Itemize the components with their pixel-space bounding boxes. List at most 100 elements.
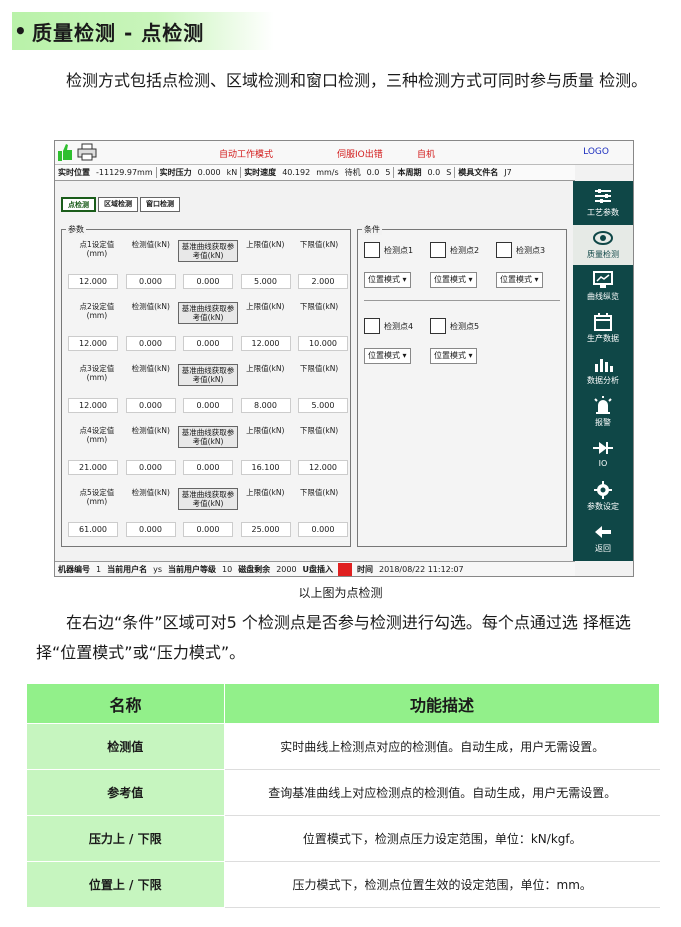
checkbox-point-2[interactable]: 检测点2 (430, 242, 479, 258)
condition-title: 条件 (362, 224, 382, 235)
param-header-row: 点4设定值(mm) 检测值(kN) 基准曲线获取参考值(kN) 上限值(kN) 下限值(… (70, 426, 346, 448)
intro-paragraph: 检测方式包括点检测、区域检测和窗口检测，三种检测方式可同时参与质量 检测。 (66, 71, 648, 90)
checkbox-box[interactable] (364, 318, 380, 334)
param-value-row: 12.000 0.000 0.000 8.000 5.000 (68, 398, 348, 413)
reference-fetch-button[interactable]: 基准曲线获取参考值(kN) (177, 240, 239, 262)
reference-fetch-button[interactable]: 基准曲线获取参考值(kN) (177, 488, 239, 510)
sliders-icon (595, 189, 611, 203)
param-value-field[interactable]: 12.000 (68, 274, 118, 289)
param-header: 点4设定值(mm) (70, 426, 124, 448)
function-table: 名称 功能描述 检测值 实时曲线上检测点对应的检测值。自动生成，用户无需设置。 … (26, 683, 660, 908)
sidebar-item-settings[interactable]: 参数设定 (573, 477, 633, 517)
sidebar-item-io[interactable]: IO (573, 435, 633, 475)
table-cell-name: 参考值 (26, 769, 225, 816)
printer-icon[interactable] (77, 143, 97, 161)
sidebar-item-quality-check[interactable]: 质量检测 (573, 225, 633, 265)
tab-point-detect[interactable]: 点检测 (61, 197, 96, 212)
user-level-label: 当前用户等级 (168, 565, 216, 574)
checkbox-box[interactable] (496, 242, 512, 258)
param-value-field[interactable]: 12.000 (298, 460, 348, 475)
param-value-field[interactable]: 25.000 (240, 522, 291, 537)
table-cell-desc: 查询基准曲线上对应检测点的检测值。自动生成，用户无需设置。 (224, 769, 660, 816)
force-label: 实时压力 (155, 167, 195, 178)
param-header-text: 点1设定值(mm) (79, 240, 115, 258)
checkbox-point-4[interactable]: 检测点4 (364, 318, 413, 334)
param-value-field[interactable]: 8.000 (240, 398, 291, 413)
param-value-field[interactable]: 61.000 (68, 522, 118, 537)
reference-fetch-button[interactable]: 基准曲线获取参考值(kN) (177, 426, 239, 448)
disk-value: 2000 (276, 565, 297, 574)
machine-state-text: 自机 (417, 150, 436, 160)
param-header-text: 基准曲线获取参考值(kN) (177, 426, 239, 448)
mode-select-2[interactable]: 位置模式 ▾ (430, 272, 477, 288)
cycle-label: 本周期 (393, 167, 424, 178)
param-header: 下限值(kN) (292, 240, 346, 262)
user-name-label: 当前用户名 (107, 565, 148, 574)
param-header-text: 下限值(kN) (299, 240, 339, 249)
mode-select-5[interactable]: 位置模式 ▾ (430, 348, 477, 364)
sidebar-label: 参数设定 (587, 502, 619, 511)
checkbox-point-1[interactable]: 检测点1 (364, 242, 413, 258)
tab-area-detect[interactable]: 区域检测 (98, 197, 138, 212)
param-header-text: 基准曲线获取参考值(kN) (177, 364, 239, 386)
mode-value: 位置模式 (368, 351, 400, 360)
sidebar-item-production-data[interactable]: 生产数据 (573, 309, 633, 349)
param-value-field[interactable]: 21.000 (68, 460, 118, 475)
table-cell-desc: 实时曲线上检测点对应的检测值。自动生成，用户无需设置。 (224, 723, 660, 770)
usb-label: U盘插入 (302, 565, 334, 574)
reference-fetch-button[interactable]: 基准曲线获取参考值(kN) (177, 302, 239, 324)
param-header: 下限值(kN) (292, 364, 346, 386)
cycle-value: 0.0 (427, 168, 441, 177)
param-header: 上限值(kN) (238, 240, 292, 262)
sidebar-item-back[interactable]: 返回 (573, 519, 633, 559)
time-label: 时间 (357, 565, 374, 574)
reference-fetch-button[interactable]: 基准曲线获取参考值(kN) (177, 364, 239, 386)
table-header: 功能描述 (224, 683, 660, 724)
checkbox-box[interactable] (364, 242, 380, 258)
param-header-text: 下限值(kN) (299, 364, 339, 373)
mode-select-3[interactable]: 位置模式 ▾ (496, 272, 543, 288)
position-label: 实时位置 (58, 168, 90, 177)
param-value-field[interactable]: 10.000 (298, 336, 348, 351)
sidebar-item-alarm[interactable]: 报警 (573, 393, 633, 433)
param-value-field[interactable]: 12.000 (240, 336, 291, 351)
param-header: 检测值(kN) (124, 240, 178, 262)
mode-select-4[interactable]: 位置模式 ▾ (364, 348, 411, 364)
sidebar-item-curve-view[interactable]: 曲线纵览 (573, 267, 633, 307)
checkbox-box[interactable] (430, 318, 446, 334)
param-header-row: 点5设定值(mm) 检测值(kN) 基准曲线获取参考值(kN) 上限值(kN) 下限值(… (70, 488, 346, 510)
user-name-value: ys (153, 565, 162, 574)
mode-select-1[interactable]: 位置模式 ▾ (364, 272, 411, 288)
param-value-field[interactable]: 16.100 (240, 460, 291, 475)
logo-text: LOGO (583, 147, 609, 157)
param-header: 检测值(kN) (124, 364, 178, 386)
checkbox-box[interactable] (430, 242, 446, 258)
param-value-field[interactable]: 5.000 (298, 398, 348, 413)
param-value-row: 61.000 0.000 0.000 25.000 0.000 (68, 522, 348, 537)
sidebar-item-process-params[interactable]: 工艺参数 (573, 183, 633, 223)
param-header-text: 上限值(kN) (246, 488, 285, 497)
right-sidebar: 工艺参数 质量检测 曲线纵览 生产数据 数据分析 报警 IO 参数设定 返回 (573, 181, 633, 561)
checkbox-point-5[interactable]: 检测点5 (430, 318, 479, 334)
param-header: 点1设定值(mm) (70, 240, 124, 262)
param-value-field[interactable]: 2.000 (298, 274, 348, 289)
param-value-field[interactable]: 5.000 (240, 274, 291, 289)
param-header-text: 点2设定值(mm) (79, 302, 115, 320)
param-header: 检测值(kN) (124, 488, 178, 510)
param-value-field[interactable]: 12.000 (68, 336, 118, 351)
param-header-text: 下限值(kN) (299, 426, 339, 435)
tab-window-detect[interactable]: 窗口检测 (140, 197, 180, 212)
param-header: 检测值(kN) (124, 426, 178, 448)
section-title: 质量检测 - 点检测 (32, 20, 205, 45)
param-value-field: 0.000 (125, 522, 176, 537)
param-value-field[interactable]: 0.000 (298, 522, 348, 537)
mold-file-value: J7 (504, 168, 512, 177)
checkbox-point-3[interactable]: 检测点3 (496, 242, 545, 258)
param-value-field[interactable]: 12.000 (68, 398, 118, 413)
sidebar-label: IO (598, 459, 608, 468)
sidebar-item-data-analysis[interactable]: 数据分析 (573, 351, 633, 391)
standby-value: 0.0 (366, 168, 380, 177)
mode-value: 位置模式 (500, 275, 532, 284)
figure-caption: 以上图为点检测 (298, 586, 383, 600)
sidebar-label: 质量检测 (587, 250, 619, 259)
